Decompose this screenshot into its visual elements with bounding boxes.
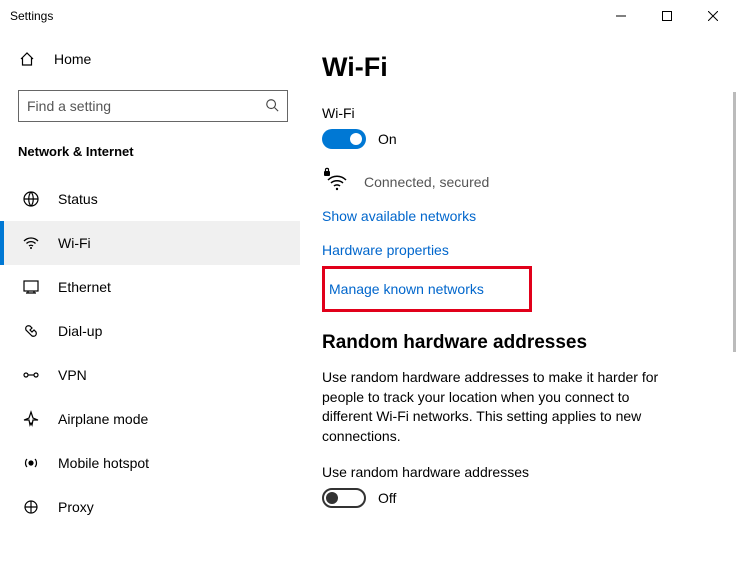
random-toggle-label: Use random hardware addresses bbox=[322, 464, 714, 480]
wifi-toggle[interactable]: On bbox=[322, 129, 714, 149]
link-show-networks[interactable]: Show available networks bbox=[322, 208, 714, 224]
vpn-icon bbox=[22, 366, 40, 384]
random-toggle-state: Off bbox=[378, 490, 396, 506]
wifi-connection-status: Connected, secured bbox=[322, 167, 714, 196]
highlight-box: Manage known networks bbox=[322, 266, 532, 312]
sidebar-item-hotspot[interactable]: Mobile hotspot bbox=[0, 441, 300, 485]
content-pane: Wi-Fi Wi-Fi On Connected, secured Show a… bbox=[300, 32, 736, 583]
maximize-button[interactable] bbox=[644, 1, 690, 31]
window-buttons bbox=[598, 1, 736, 31]
page-title: Wi-Fi bbox=[322, 52, 714, 83]
nav-home[interactable]: Home bbox=[0, 42, 300, 76]
sidebar-item-dialup[interactable]: Dial-up bbox=[0, 309, 300, 353]
sidebar-item-proxy[interactable]: Proxy bbox=[0, 485, 300, 529]
ethernet-icon bbox=[22, 278, 40, 296]
sidebar-item-label: Wi-Fi bbox=[58, 235, 91, 251]
random-addresses-heading: Random hardware addresses bbox=[322, 332, 714, 354]
sidebar-item-label: Dial-up bbox=[58, 323, 102, 339]
sidebar-item-label: Proxy bbox=[58, 499, 94, 515]
hotspot-icon bbox=[22, 454, 40, 472]
sidebar: Home Find a setting Network & Internet S… bbox=[0, 32, 300, 583]
minimize-button[interactable] bbox=[598, 1, 644, 31]
search-placeholder: Find a setting bbox=[27, 98, 111, 114]
link-manage-known-networks[interactable]: Manage known networks bbox=[329, 281, 525, 297]
connection-status-text: Connected, secured bbox=[364, 174, 489, 190]
sidebar-item-label: Status bbox=[58, 191, 98, 207]
sidebar-item-ethernet[interactable]: Ethernet bbox=[0, 265, 300, 309]
sidebar-item-airplane[interactable]: Airplane mode bbox=[0, 397, 300, 441]
sidebar-section-title: Network & Internet bbox=[0, 136, 300, 167]
status-icon bbox=[22, 190, 40, 208]
proxy-icon bbox=[22, 498, 40, 516]
dialup-icon bbox=[22, 322, 40, 340]
titlebar: Settings bbox=[0, 0, 736, 32]
sidebar-item-vpn[interactable]: VPN bbox=[0, 353, 300, 397]
toggle-switch[interactable] bbox=[322, 488, 366, 508]
close-button[interactable] bbox=[690, 1, 736, 31]
link-hardware-properties[interactable]: Hardware properties bbox=[322, 242, 714, 258]
window-title: Settings bbox=[10, 9, 53, 23]
sidebar-item-label: Mobile hotspot bbox=[58, 455, 149, 471]
search-icon bbox=[265, 98, 279, 115]
nav-home-label: Home bbox=[54, 51, 91, 67]
sidebar-item-label: VPN bbox=[58, 367, 87, 383]
airplane-icon bbox=[22, 410, 40, 428]
wifi-icon bbox=[22, 234, 40, 252]
search-input[interactable]: Find a setting bbox=[18, 90, 288, 122]
wifi-secured-icon bbox=[322, 167, 350, 196]
sidebar-item-wifi[interactable]: Wi-Fi bbox=[0, 221, 300, 265]
sidebar-item-status[interactable]: Status bbox=[0, 177, 300, 221]
home-icon bbox=[18, 50, 36, 68]
sidebar-item-label: Airplane mode bbox=[58, 411, 148, 427]
wifi-toggle-state: On bbox=[378, 131, 397, 147]
wifi-toggle-label: Wi-Fi bbox=[322, 105, 714, 121]
toggle-switch[interactable] bbox=[322, 129, 366, 149]
sidebar-item-label: Ethernet bbox=[58, 279, 111, 295]
random-toggle[interactable]: Off bbox=[322, 488, 714, 508]
nav-list: Status Wi-Fi Ethernet Dial-up bbox=[0, 177, 300, 529]
random-addresses-description: Use random hardware addresses to make it… bbox=[322, 368, 682, 446]
